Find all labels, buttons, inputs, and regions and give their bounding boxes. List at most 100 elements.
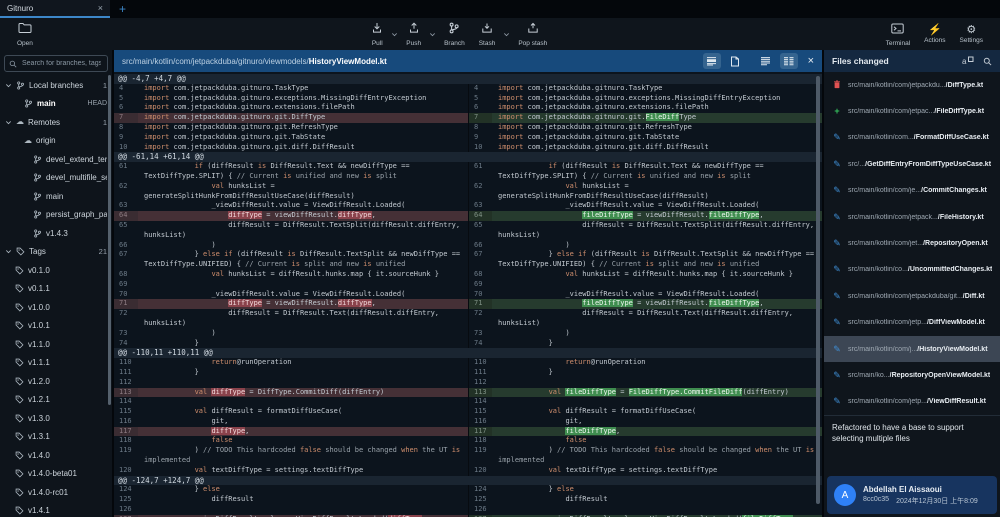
diff-row: 61 if (diffResult is DiffResult.Text && … (114, 162, 822, 182)
sidebar-item-persist-graph-padding[interactable]: persist_graph_padding (0, 206, 112, 225)
file-item-filehistory-kt[interactable]: ✎src/main/kotlin/com/jetpack.../FileHist… (824, 204, 1000, 230)
file-item-repositoryopen-kt[interactable]: ✎src/main/kotlin/com/jet.../RepositoryOp… (824, 230, 1000, 256)
diff-path-prefix: src/main/kotlin/com/jetpackduba/gitnuro/… (122, 57, 309, 66)
sidebar-item-v0-1-1[interactable]: v0.1.1 (0, 280, 112, 299)
code-line-left: import com.jetpackduba.gitnuro.extension… (138, 103, 468, 113)
terminal-button[interactable]: Terminal (879, 21, 918, 47)
pull-icon (371, 21, 383, 39)
diff-scrollbar[interactable] (816, 76, 820, 504)
sidebar-section-tags[interactable]: Tags21 (0, 243, 112, 262)
sidebar-item-v1-1-1[interactable]: v1.1.1 (0, 354, 112, 373)
avatar: A (834, 484, 856, 506)
sidebar-item-main[interactable]: main (0, 187, 112, 206)
search-icon[interactable] (983, 57, 992, 66)
files-changed-title: Files changed (832, 56, 953, 66)
file-path: src/main/kotlin/com/jetp.../ViewDiffResu… (848, 398, 986, 405)
split-diff-toggle[interactable] (780, 53, 798, 69)
sidebar-item-v1-0-0[interactable]: v1.0.0 (0, 298, 112, 317)
actions-button[interactable]: ⚡ Actions (917, 24, 952, 44)
sidebar-item-v1-4-1[interactable]: v1.4.1 (0, 502, 112, 517)
open-button[interactable]: Open (10, 21, 40, 47)
search-input[interactable] (20, 59, 103, 68)
file-item-historyviewmodel-kt[interactable]: ✎src/main/kotlin/com/j.../HistoryViewMod… (824, 336, 1000, 362)
sidebar-section-remotes[interactable]: ☁Remotes1 (0, 113, 112, 132)
file-item-getdiffentryfromdifftypeusecase-kt[interactable]: ✎src/.../GetDiffEntryFromDiffTypeUseCase… (824, 151, 1000, 177)
push-dropdown-chevron-icon[interactable] (429, 31, 436, 38)
line-number-right: 118 (468, 436, 492, 446)
pull-button[interactable]: Pull (364, 21, 390, 47)
code-line-left: } (138, 339, 468, 349)
code-line-left: import com.jetpackduba.gitnuro.git.diff.… (138, 143, 468, 153)
file-item-uncommittedchanges-kt[interactable]: ✎src/main/kotlin/co.../UncommittedChange… (824, 257, 1000, 283)
close-diff-icon[interactable]: × (808, 55, 814, 67)
sidebar-item-v1-2-0[interactable]: v1.2.0 (0, 372, 112, 391)
file-item-formatdiffusecase-kt[interactable]: ✎src/main/kotlin/com.../FormatDiffUseCas… (824, 125, 1000, 151)
head-badge: HEAD (88, 100, 107, 107)
chevron-down-icon[interactable] (5, 119, 12, 126)
line-number-right: 71 (468, 299, 492, 309)
file-item-viewdiffresult-kt[interactable]: ✎src/main/kotlin/com/jetp.../ViewDiffRes… (824, 389, 1000, 415)
item-label: main (37, 99, 56, 108)
branch-button[interactable]: Branch (437, 21, 472, 47)
sidebar-item-devel-extend-terminal[interactable]: devel_extend_terminal (0, 150, 112, 169)
pull-dropdown-chevron-icon[interactable] (391, 31, 398, 38)
chevron-down-icon[interactable] (5, 248, 12, 255)
diff-row: 118 false118 false (114, 436, 822, 446)
code-line-right: ) (492, 329, 822, 339)
chevron-down-icon[interactable] (5, 82, 12, 89)
commit-author-card[interactable]: A Abdellah El Aissaoui 8cc0c35 2024年12月3… (827, 476, 997, 514)
pencil-icon: ✎ (833, 186, 841, 195)
sidebar-item-v0-1-0[interactable]: v0.1.0 (0, 261, 112, 280)
item-label: origin (36, 136, 56, 145)
folder-icon (18, 21, 32, 39)
code-line-right: fileDiffType = viewDiffResult.fileDiffTy… (492, 299, 822, 309)
settings-button[interactable]: ⚙ Settings (953, 24, 991, 44)
lightning-icon: ⚡ (928, 24, 942, 36)
tree-view-toggle-icon[interactable]: a (962, 56, 974, 66)
close-icon[interactable]: × (98, 3, 103, 13)
code-line-left: diffResult = DiffResult.TextSplit(diffRe… (138, 221, 468, 241)
file-item-diffviewmodel-kt[interactable]: ✎src/main/kotlin/com/jetp.../DiffViewMod… (824, 310, 1000, 336)
line-number-right: 114 (468, 397, 492, 407)
line-number-left: 113 (114, 388, 138, 398)
sidebar-scrollbar[interactable] (108, 75, 111, 405)
sidebar-item-v1-4-3[interactable]: v1.4.3 (0, 224, 112, 243)
file-item-commitchanges-kt[interactable]: ✎src/main/kotlin/com/je.../CommitChanges… (824, 178, 1000, 204)
branches-tree: Local branches1 main HEAD ☁Remotes1 ☁ origin d… (0, 76, 112, 517)
sidebar-item-devel-multifile-selection[interactable]: devel_multifile_selection (0, 169, 112, 188)
file-item-repositoryopenviewmodel-kt[interactable]: ✎src/main/ko.../RepositoryOpenViewModel.… (824, 362, 1000, 388)
hunks-view-toggle[interactable] (703, 53, 721, 69)
sidebar-item-v1-3-1[interactable]: v1.3.1 (0, 428, 112, 447)
pull-label: Pull (372, 40, 383, 47)
sidebar-item-v1-3-0[interactable]: v1.3.0 (0, 409, 112, 428)
pencil-icon: ✎ (833, 345, 841, 354)
cloud-icon: ☁ (24, 137, 32, 145)
branch-search-box[interactable] (4, 55, 108, 72)
sidebar-item-origin[interactable]: ☁ origin (0, 132, 112, 151)
file-item-diff-kt[interactable]: ✎src/main/kotlin/com/jetpackduba/git.../… (824, 283, 1000, 309)
file-item-filedifftype-kt[interactable]: +src/main/kotlin/com/jetpac.../FileDiffT… (824, 98, 1000, 124)
item-label: v1.2.1 (28, 395, 50, 404)
sidebar-item-v1-0-1[interactable]: v1.0.1 (0, 317, 112, 336)
pop-stash-button[interactable]: Pop stash (511, 21, 554, 47)
branch-label: Branch (444, 40, 465, 47)
pencil-icon: ✎ (833, 160, 841, 169)
push-button[interactable]: Push (399, 21, 428, 47)
sidebar-item-v1-4-0-rc01[interactable]: v1.4.0-rc01 (0, 483, 112, 502)
branch-icon (33, 192, 42, 201)
full-file-view-toggle[interactable] (726, 53, 744, 69)
sidebar-item-v1-1-0[interactable]: v1.1.0 (0, 335, 112, 354)
tab-gitnuro[interactable]: Gitnuro × (0, 0, 110, 18)
sidebar-item-v1-4-0[interactable]: v1.4.0 (0, 446, 112, 465)
sidebar-section-local-branches[interactable]: Local branches1 (0, 76, 112, 95)
sidebar-item-v1-4-0-beta01[interactable]: v1.4.0-beta01 (0, 465, 112, 484)
gear-icon: ⚙ (966, 24, 976, 36)
stash-button[interactable]: Stash (472, 21, 503, 47)
sidebar-item-main[interactable]: main HEAD (0, 95, 112, 114)
unified-diff-toggle[interactable] (757, 53, 775, 69)
sidebar-item-v1-2-1[interactable]: v1.2.1 (0, 391, 112, 410)
file-item-difftype-kt[interactable]: src/main/kotlin/com/jetpackdu.../DiffTyp… (824, 72, 1000, 98)
line-number-right: 74 (468, 339, 492, 349)
new-tab-button[interactable]: + (110, 0, 135, 18)
stash-dropdown-chevron-icon[interactable] (503, 31, 510, 38)
